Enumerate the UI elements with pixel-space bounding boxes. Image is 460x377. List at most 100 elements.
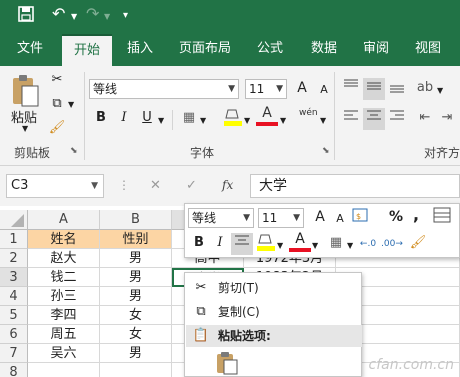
formula-bar-handle-icon[interactable]: ⋮ xyxy=(118,178,130,192)
tab-home[interactable]: 开始 xyxy=(62,34,112,66)
row-header[interactable]: 1 xyxy=(0,230,28,249)
align-middle-icon[interactable] xyxy=(363,78,385,100)
orientation-dropdown-icon[interactable]: ▼ xyxy=(437,86,443,95)
format-table-icon[interactable] xyxy=(431,207,453,229)
row-header[interactable]: 3 xyxy=(0,268,28,287)
bold-button[interactable]: B xyxy=(90,108,112,130)
enter-icon[interactable]: ✓ xyxy=(186,178,197,193)
formula-input[interactable]: 大学 xyxy=(250,174,460,198)
redo-icon[interactable]: ↷ xyxy=(86,4,99,23)
cell[interactable]: 性别 xyxy=(100,230,172,249)
font-launcher-icon[interactable]: ⬊ xyxy=(322,146,330,156)
paste-dropdown-icon[interactable]: ▼ xyxy=(22,124,28,133)
row-header[interactable]: 5 xyxy=(0,306,28,325)
select-all-corner[interactable] xyxy=(0,210,28,230)
cell[interactable]: 男 xyxy=(100,344,172,363)
decrease-indent-icon[interactable]: ⇤ xyxy=(414,108,436,130)
mini-grow-font-icon[interactable]: A xyxy=(309,207,331,229)
align-bottom-icon[interactable] xyxy=(386,78,408,100)
increase-indent-icon[interactable]: ⇥ xyxy=(436,108,458,130)
column-header-a[interactable]: A xyxy=(28,210,100,230)
customize-toolbar-icon[interactable]: ▾ xyxy=(123,10,128,21)
cell[interactable]: 赵大 xyxy=(28,249,100,268)
scissors-icon[interactable]: ✂ xyxy=(46,70,68,92)
italic-button[interactable]: I xyxy=(113,108,135,130)
cell[interactable] xyxy=(100,363,172,377)
row-header[interactable]: 7 xyxy=(0,344,28,363)
mini-borders-icon[interactable]: ▦ xyxy=(325,233,347,255)
borders-dropdown-icon[interactable]: ▼ xyxy=(200,116,206,125)
align-center-icon[interactable] xyxy=(363,108,385,130)
save-icon[interactable] xyxy=(18,6,34,26)
menu-item-cut[interactable]: ✂ 剪切(T) xyxy=(186,277,362,299)
font-size-combo[interactable]: 11 ▼ xyxy=(245,79,287,99)
column-header-b[interactable]: B xyxy=(100,210,172,230)
cell[interactable]: 钱二 xyxy=(28,268,100,287)
phonetic-guide-icon[interactable]: wén xyxy=(299,108,318,118)
mini-fill-dropdown-icon[interactable]: ▼ xyxy=(277,241,283,250)
tab-formulas[interactable]: 公式 xyxy=(250,34,290,66)
row-header[interactable]: 8 xyxy=(0,363,28,377)
phonetic-dropdown-icon[interactable]: ▼ xyxy=(320,116,326,125)
paste-option-icon[interactable] xyxy=(215,351,239,375)
insert-function-icon[interactable]: fx xyxy=(222,178,233,192)
mini-fill-color-icon[interactable] xyxy=(255,231,277,253)
cell[interactable]: 男 xyxy=(100,287,172,306)
orientation-icon[interactable]: ab xyxy=(414,78,436,100)
mini-italic-button[interactable]: I xyxy=(209,233,231,255)
underline-dropdown-icon[interactable]: ▼ xyxy=(158,116,164,125)
cell[interactable]: 男 xyxy=(100,249,172,268)
format-painter-icon[interactable]: 🖌 xyxy=(46,118,68,140)
tab-data[interactable]: 数据 xyxy=(304,34,344,66)
borders-icon[interactable]: ▦ xyxy=(178,108,200,130)
mini-bold-button[interactable]: B xyxy=(188,233,210,255)
increase-decimal-icon[interactable]: ←.0 xyxy=(357,234,379,256)
menu-item-copy[interactable]: ⧉ 复制(C) xyxy=(186,301,362,323)
cell[interactable] xyxy=(28,363,100,377)
mini-borders-dropdown-icon[interactable]: ▼ xyxy=(347,241,353,250)
mini-format-painter-icon[interactable]: 🖌 xyxy=(407,233,429,255)
row-header[interactable]: 4 xyxy=(0,287,28,306)
clipboard-launcher-icon[interactable]: ⬊ xyxy=(70,146,78,156)
grow-font-icon[interactable]: A xyxy=(291,78,313,100)
mini-shrink-font-icon[interactable]: A xyxy=(329,209,351,231)
align-top-icon[interactable] xyxy=(340,78,362,100)
decrease-decimal-icon[interactable]: .00→ xyxy=(381,234,403,256)
cancel-icon[interactable]: ✕ xyxy=(150,178,161,193)
name-box[interactable]: C3 ▼ xyxy=(6,174,104,198)
cell[interactable]: 李四 xyxy=(28,306,100,325)
font-name-combo[interactable]: 等线 ▼ xyxy=(89,79,239,99)
undo-dropdown-icon[interactable]: ▼ xyxy=(71,12,77,21)
font-color-dropdown-icon[interactable]: ▼ xyxy=(280,116,286,125)
mini-font-color-icon[interactable]: A xyxy=(289,230,311,252)
cell[interactable]: 女 xyxy=(100,306,172,325)
align-left-icon[interactable] xyxy=(340,108,362,130)
font-color-icon[interactable]: A xyxy=(256,104,278,126)
undo-icon[interactable]: ↶ xyxy=(52,4,65,23)
copy-dropdown-icon[interactable]: ▼ xyxy=(68,100,74,109)
percent-style-button[interactable]: % xyxy=(385,207,407,229)
cell[interactable]: 孙三 xyxy=(28,287,100,306)
comma-style-button[interactable]: , xyxy=(405,205,427,227)
align-right-icon[interactable] xyxy=(386,108,408,130)
cell[interactable]: 姓名 xyxy=(28,230,100,249)
copy-icon[interactable]: ⧉ xyxy=(46,94,68,116)
mini-center-icon[interactable] xyxy=(231,233,253,255)
mini-font-color-dropdown-icon[interactable]: ▼ xyxy=(312,241,318,250)
cell[interactable]: 男 xyxy=(100,268,172,287)
fill-color-icon[interactable] xyxy=(222,106,244,128)
redo-dropdown-icon[interactable]: ▼ xyxy=(104,12,110,21)
paste-icon[interactable] xyxy=(10,74,40,110)
fill-color-dropdown-icon[interactable]: ▼ xyxy=(244,116,250,125)
tab-file[interactable]: 文件 xyxy=(10,34,50,66)
row-header[interactable]: 2 xyxy=(0,249,28,268)
mini-font-size-combo[interactable]: 11 ▼ xyxy=(258,208,304,228)
mini-font-name-combo[interactable]: 等线 ▼ xyxy=(188,208,254,228)
tab-review[interactable]: 审阅 xyxy=(356,34,396,66)
number-format-icon[interactable]: $ xyxy=(351,207,373,229)
tab-view[interactable]: 视图 xyxy=(408,34,448,66)
tab-page-layout[interactable]: 页面布局 xyxy=(172,34,238,66)
underline-button[interactable]: U xyxy=(136,108,158,130)
cell[interactable]: 周五 xyxy=(28,325,100,344)
tab-insert[interactable]: 插入 xyxy=(120,34,160,66)
